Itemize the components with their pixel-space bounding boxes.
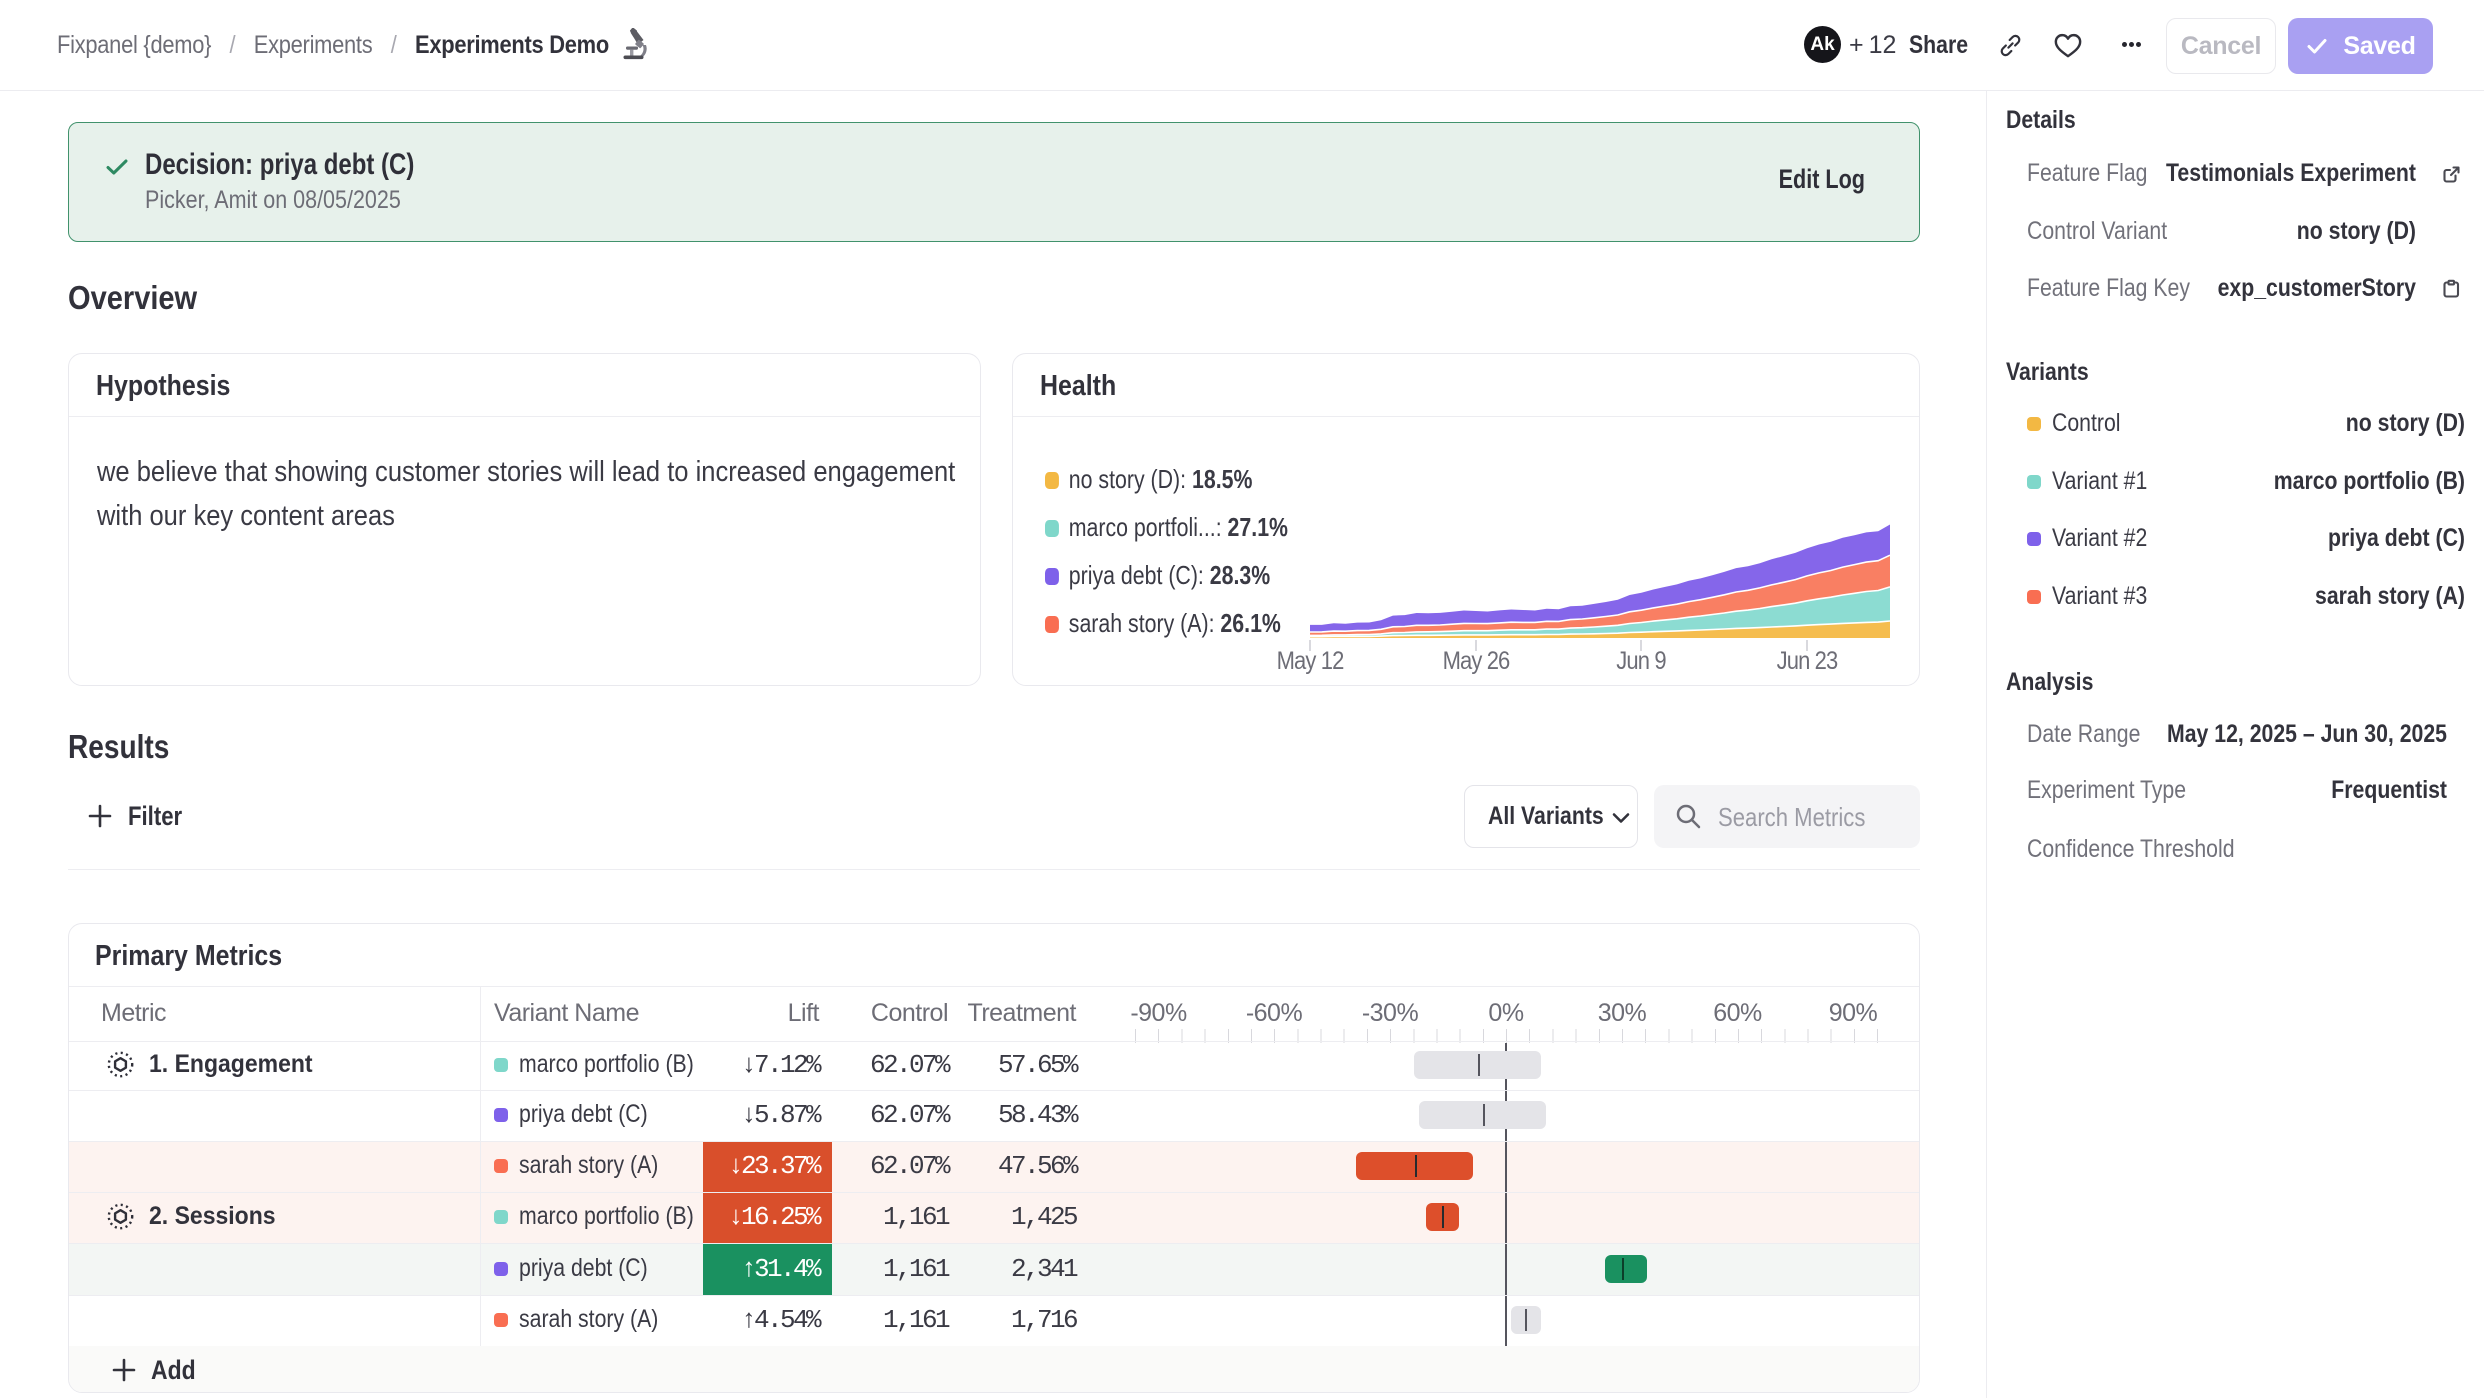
svg-text:May 12: May 12 — [1277, 647, 1344, 675]
svg-text:Jun 9: Jun 9 — [1616, 647, 1665, 675]
svg-text:Jun 23: Jun 23 — [1777, 647, 1839, 675]
svg-text:May 26: May 26 — [1443, 647, 1511, 675]
